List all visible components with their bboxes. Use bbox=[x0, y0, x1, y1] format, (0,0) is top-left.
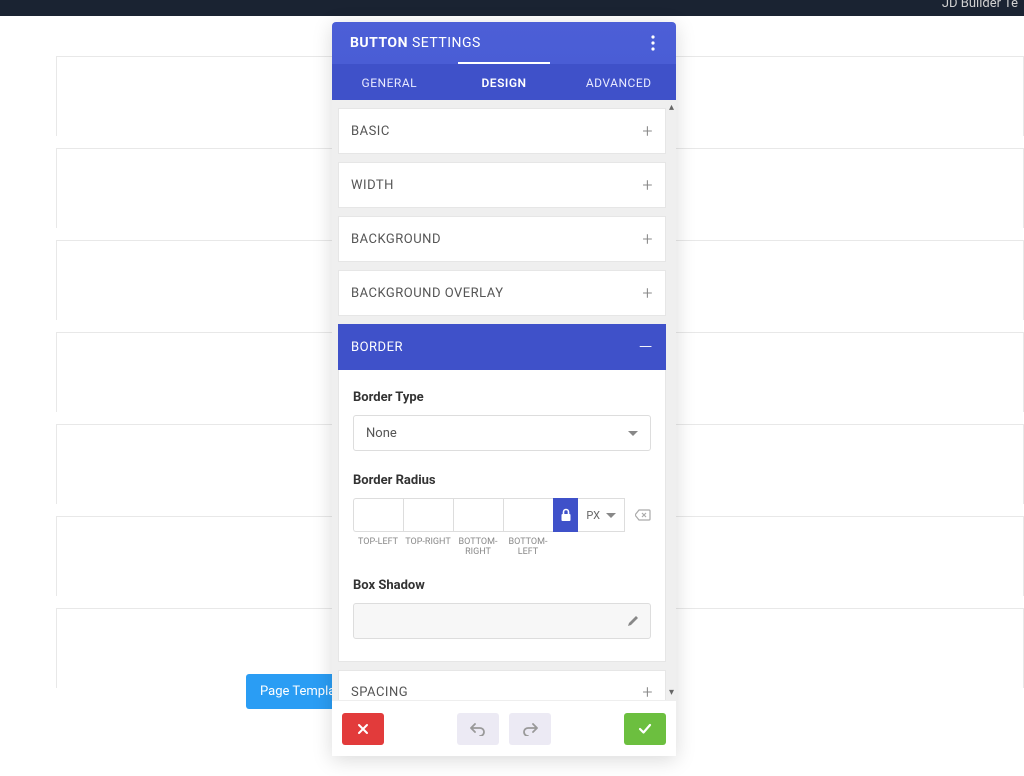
panel-scroll[interactable]: BASIC + WIDTH + BACKGROUND + BACKGROUND … bbox=[332, 100, 676, 700]
section-label: BORDER bbox=[351, 340, 403, 355]
collapse-icon: — bbox=[639, 337, 653, 358]
border-radius-label: Border Radius bbox=[353, 473, 651, 488]
settings-panel: BUTTON SETTINGS GENERAL DESIGN ADVANCED … bbox=[332, 22, 676, 756]
app-topbar: JD Builder Te bbox=[0, 0, 1024, 16]
panel-header: BUTTON SETTINGS bbox=[332, 22, 676, 64]
corner-label-tl: TOP-LEFT bbox=[353, 538, 403, 558]
panel-title-light: SETTINGS bbox=[412, 35, 481, 51]
radius-lock-button[interactable] bbox=[553, 498, 578, 532]
lock-icon bbox=[560, 508, 572, 522]
expand-icon: + bbox=[642, 283, 653, 304]
pencil-icon bbox=[626, 614, 640, 628]
topbar-title: JD Builder Te bbox=[942, 0, 1024, 11]
undo-icon bbox=[470, 722, 486, 736]
corner-label-tr: TOP-RIGHT bbox=[403, 538, 453, 558]
radius-top-right-input[interactable] bbox=[403, 498, 453, 532]
section-label: BASIC bbox=[351, 124, 390, 139]
expand-icon: + bbox=[642, 682, 653, 700]
close-icon bbox=[357, 723, 369, 735]
chevron-down-icon bbox=[606, 513, 616, 518]
radius-unit-value: PX bbox=[586, 509, 600, 522]
radius-bottom-right-input[interactable] bbox=[453, 498, 503, 532]
expand-icon: + bbox=[642, 229, 653, 250]
tab-general[interactable]: GENERAL bbox=[332, 64, 447, 100]
footer-center bbox=[457, 713, 551, 745]
border-radius-row: PX bbox=[353, 498, 651, 532]
redo-button[interactable] bbox=[509, 713, 551, 745]
kebab-icon bbox=[651, 35, 655, 51]
corner-label-bl: BOTTOM-LEFT bbox=[503, 538, 553, 558]
section-basic[interactable]: BASIC + bbox=[338, 108, 666, 154]
section-border-content: Border Type None Border Radius bbox=[338, 370, 666, 662]
panel-menu-button[interactable] bbox=[644, 32, 662, 54]
box-shadow-label: Box Shadow bbox=[353, 578, 651, 593]
expand-icon: + bbox=[642, 175, 653, 196]
cancel-button[interactable] bbox=[342, 713, 384, 745]
tab-design[interactable]: DESIGN bbox=[447, 64, 562, 100]
scroll-down-icon[interactable]: ▾ bbox=[669, 687, 674, 698]
panel-title-strong: BUTTON bbox=[350, 35, 408, 51]
chevron-down-icon bbox=[628, 431, 638, 436]
panel-body: ▴ BASIC + WIDTH + BACKGROUND + BACKGROUN… bbox=[332, 100, 676, 700]
border-type-select[interactable]: None bbox=[353, 415, 651, 451]
radius-corner-labels: TOP-LEFT TOP-RIGHT BOTTOM-RIGHT BOTTOM-L… bbox=[353, 538, 651, 558]
apply-button[interactable] bbox=[624, 713, 666, 745]
redo-icon bbox=[522, 722, 538, 736]
box-shadow-input[interactable] bbox=[353, 603, 651, 639]
panel-footer bbox=[332, 700, 676, 756]
radius-top-left-input[interactable] bbox=[353, 498, 403, 532]
corner-label-br: BOTTOM-RIGHT bbox=[453, 538, 503, 558]
section-background[interactable]: BACKGROUND + bbox=[338, 216, 666, 262]
section-border[interactable]: BORDER — bbox=[338, 324, 666, 370]
border-type-value: None bbox=[366, 426, 397, 441]
border-type-label: Border Type bbox=[353, 390, 651, 405]
section-label: SPACING bbox=[351, 685, 408, 700]
expand-icon: + bbox=[642, 121, 653, 142]
section-background-overlay[interactable]: BACKGROUND OVERLAY + bbox=[338, 270, 666, 316]
radius-unit-select[interactable]: PX bbox=[578, 498, 625, 532]
panel-tabs: GENERAL DESIGN ADVANCED bbox=[332, 64, 676, 100]
backspace-icon bbox=[635, 509, 651, 521]
radius-reset-button[interactable] bbox=[635, 506, 651, 525]
tab-advanced[interactable]: ADVANCED bbox=[561, 64, 676, 100]
radius-bottom-left-input[interactable] bbox=[503, 498, 553, 532]
section-label: WIDTH bbox=[351, 178, 394, 193]
section-label: BACKGROUND OVERLAY bbox=[351, 286, 504, 301]
check-icon bbox=[638, 723, 652, 735]
section-spacing[interactable]: SPACING + bbox=[338, 670, 666, 700]
section-width[interactable]: WIDTH + bbox=[338, 162, 666, 208]
undo-button[interactable] bbox=[457, 713, 499, 745]
section-label: BACKGROUND bbox=[351, 232, 441, 247]
